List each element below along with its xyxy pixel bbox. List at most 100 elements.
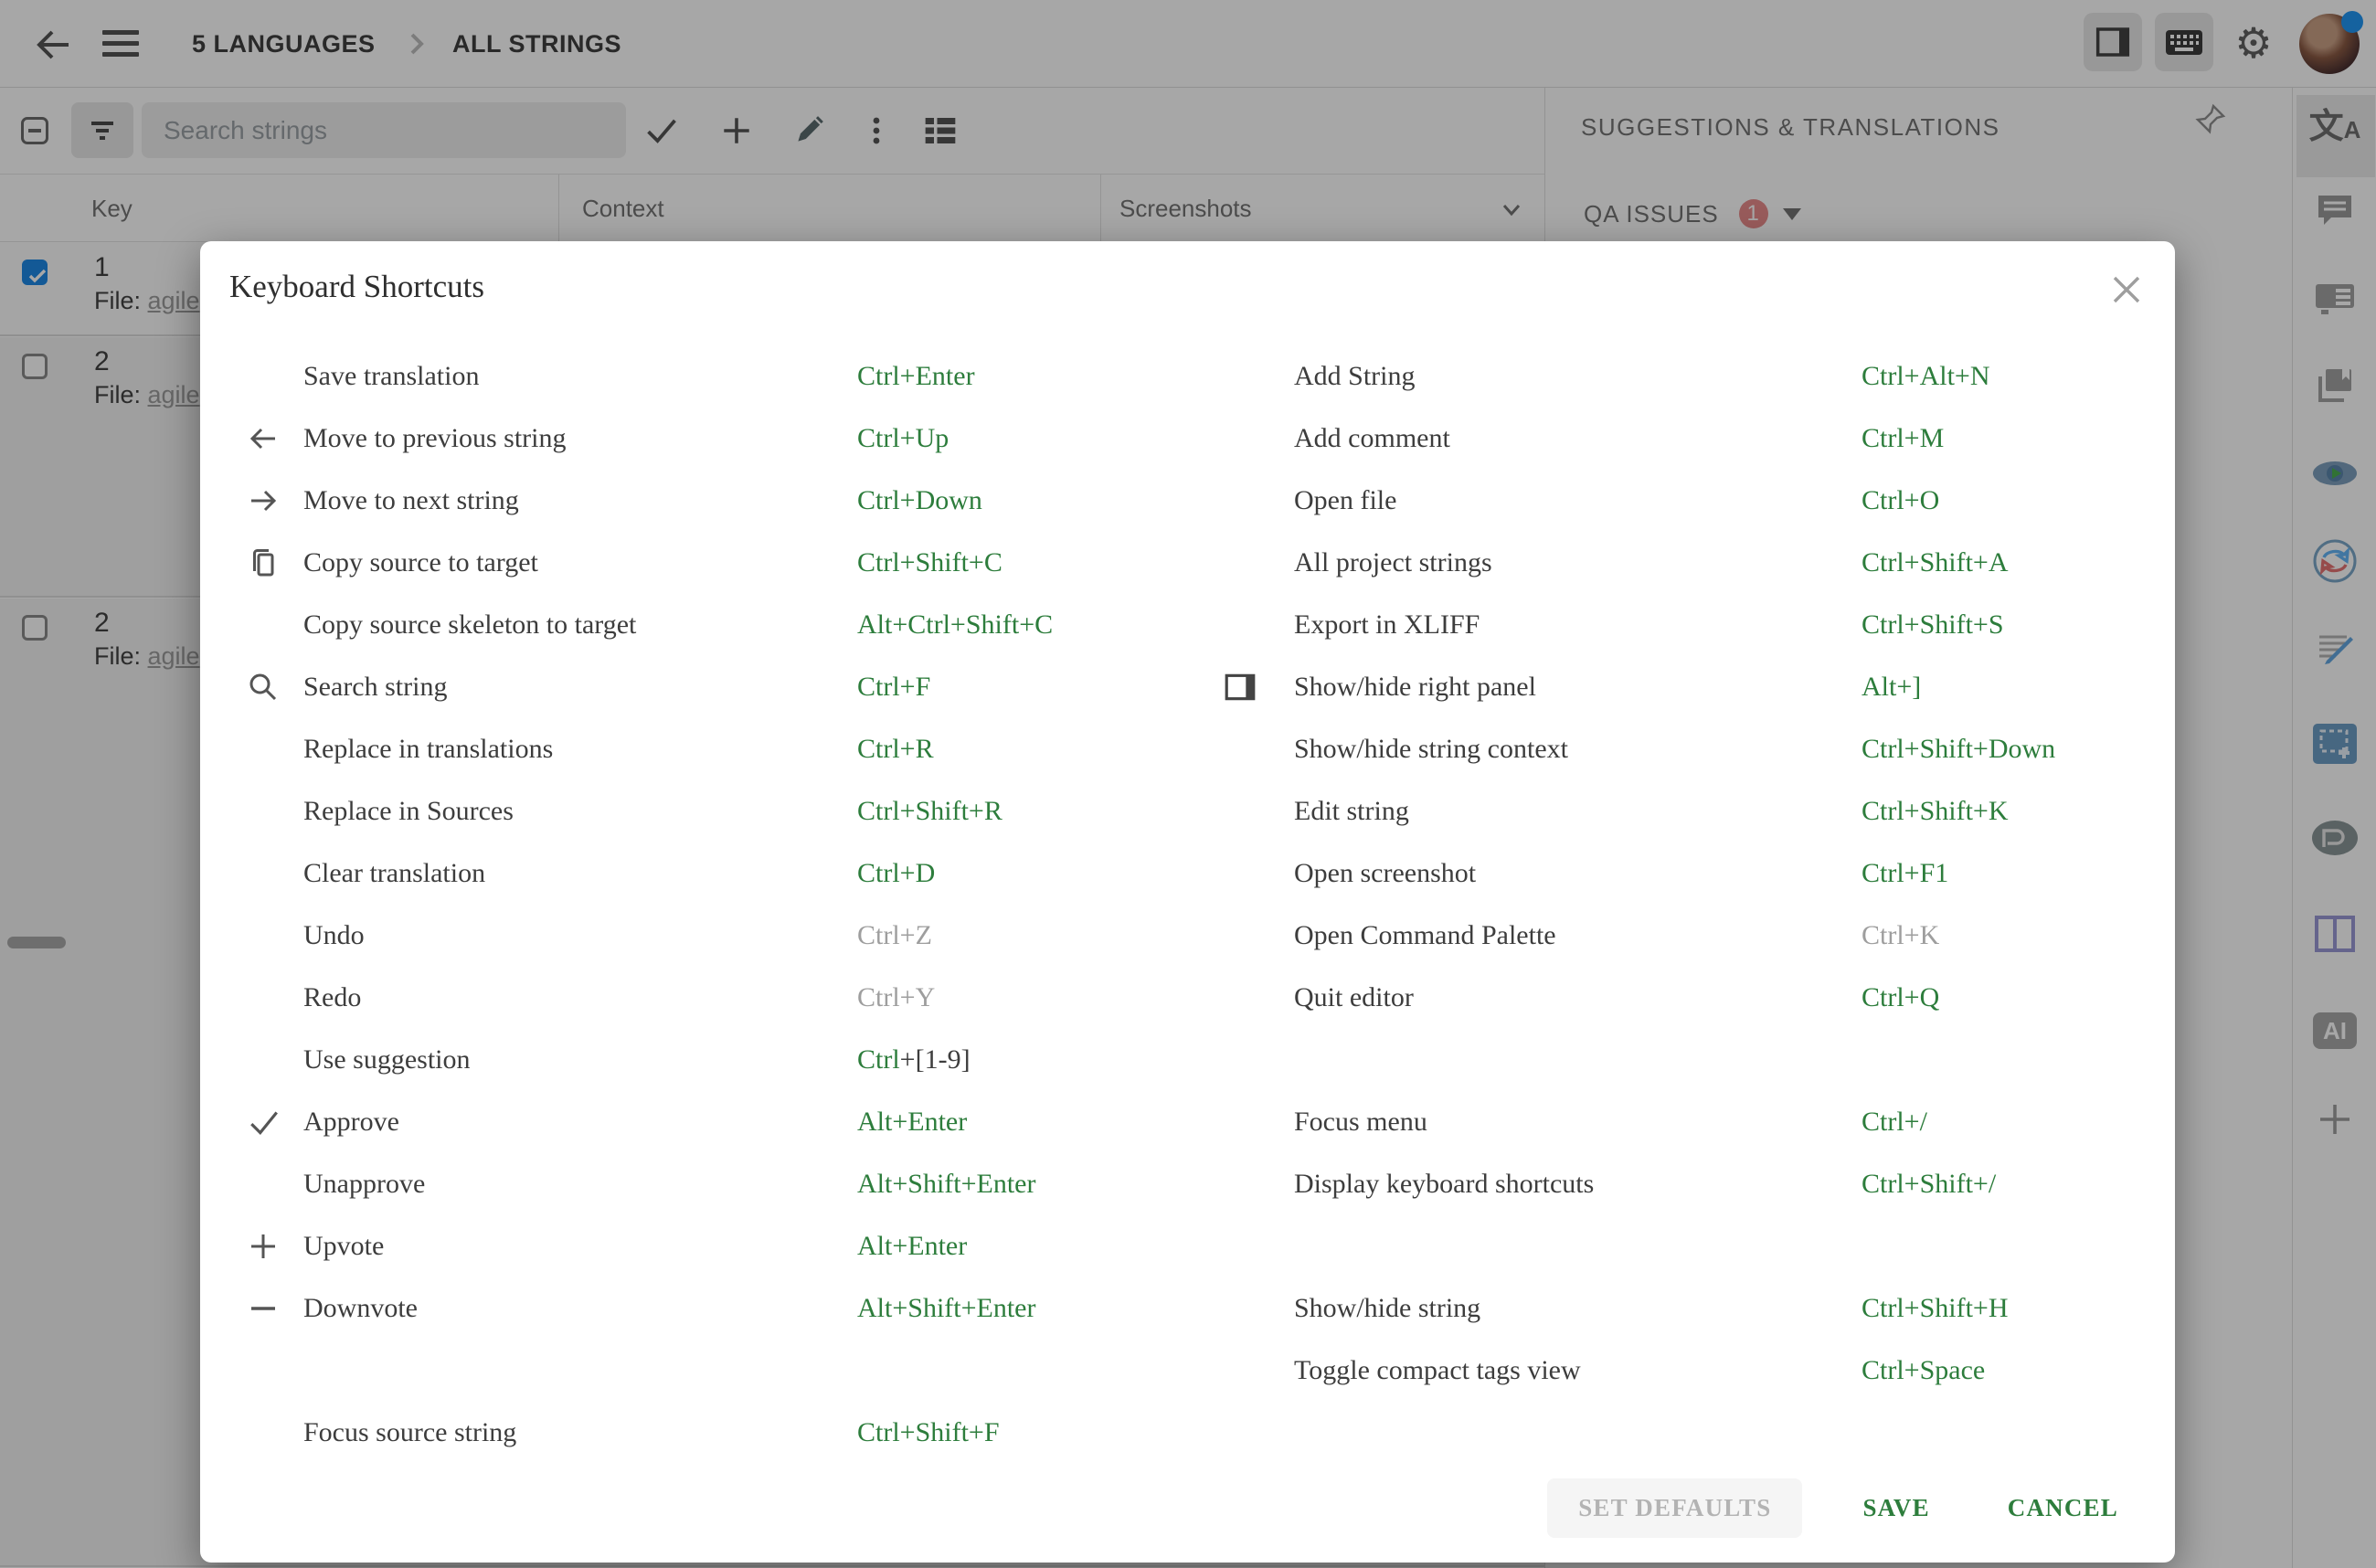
shortcut-action-label: Downvote [303, 1293, 418, 1323]
cancel-button[interactable]: CANCEL [2008, 1494, 2118, 1522]
dialog-footer: SET DEFAULTS SAVE CANCEL [1547, 1478, 2124, 1538]
shortcut-action-label: Approve [303, 1107, 399, 1137]
shortcut-row: Save translation Ctrl+Enter [247, 345, 1197, 408]
key-combo-segment: Ctrl+Shift+H [1862, 1293, 2009, 1323]
shortcut-action-label: All project strings [1294, 547, 1492, 577]
shortcut-row: Edit string Ctrl+Shift+K [1223, 780, 2146, 842]
shortcut-action-label: Open Command Palette [1294, 920, 1556, 950]
key-combo-segment: Ctrl+F1 [1862, 858, 1949, 888]
shortcut-row: Clear translation Ctrl+D [247, 842, 1197, 905]
shortcut-keys[interactable]: Ctrl+Shift+A [1862, 547, 2146, 578]
shortcut-row: Undo Ctrl+Z [247, 905, 1197, 967]
shortcut-keys[interactable]: Ctrl+Enter [857, 361, 1197, 392]
shortcut-row: Downvote Alt+Shift+Enter [247, 1277, 1197, 1340]
shortcut-keys[interactable]: Ctrl+/ [1862, 1107, 2146, 1138]
set-defaults-button[interactable]: SET DEFAULTS [1547, 1478, 1803, 1538]
shortcut-row: Replace in Sources Ctrl+Shift+R [247, 780, 1197, 842]
shortcut-row: Add String Ctrl+Alt+N [1223, 345, 2146, 408]
shortcut-keys[interactable]: Ctrl+[1-9] [857, 1044, 1197, 1075]
shortcut-keys[interactable]: Ctrl+Up [857, 423, 1197, 454]
shortcut-keys[interactable]: Ctrl+Alt+N [1862, 361, 2146, 392]
shortcuts-column-right: Add String Ctrl+Alt+N Add comment Ctrl+M Ope… [1223, 345, 2146, 1402]
shortcut-keys[interactable]: Alt+Enter [857, 1231, 1197, 1262]
shortcut-keys[interactable]: Ctrl+Shift+H [1862, 1293, 2146, 1324]
shortcut-keys[interactable]: Ctrl+Z [857, 920, 1197, 951]
shortcut-row: Focus menu Ctrl+/ [1223, 1091, 2146, 1153]
close-icon[interactable] [2106, 269, 2148, 311]
shortcut-keys[interactable]: Alt+Shift+Enter [857, 1169, 1197, 1200]
shortcut-row: Add comment Ctrl+M [1223, 408, 2146, 470]
shortcut-row-spacer [247, 1340, 1197, 1402]
shortcut-row: Open Command Palette Ctrl+K [1223, 905, 2146, 967]
key-combo-segment: Ctrl+Shift+/ [1862, 1169, 1997, 1199]
shortcut-row: Use suggestion Ctrl+[1-9] [247, 1029, 1197, 1091]
shortcut-keys[interactable]: Alt+Enter [857, 1107, 1197, 1138]
shortcut-keys[interactable]: Ctrl+Shift+K [1862, 796, 2146, 827]
key-combo-segment: Alt+Shift+Enter [857, 1293, 1036, 1323]
key-combo-segment: Ctrl [857, 1044, 900, 1075]
shortcut-action-label: Save translation [303, 361, 480, 391]
shortcut-keys[interactable]: Ctrl+Space [1862, 1355, 2146, 1386]
key-combo-segment: Alt+Enter [857, 1107, 968, 1137]
key-combo-segment: Ctrl+Shift+C [857, 547, 1002, 577]
shortcut-keys[interactable]: Ctrl+Q [1862, 982, 2146, 1013]
key-combo-segment: Alt+Enter [857, 1231, 968, 1261]
shortcut-keys[interactable]: Alt+Shift+Enter [857, 1293, 1197, 1324]
key-combo-segment: Ctrl+Down [857, 485, 982, 515]
shortcut-keys[interactable]: Alt+] [1862, 672, 2146, 703]
shortcut-action-label: Upvote [303, 1231, 385, 1261]
key-combo-segment: Ctrl+Up [857, 423, 949, 453]
shortcut-keys[interactable]: Ctrl+F [857, 672, 1197, 703]
arrow-left-icon [247, 422, 303, 455]
shortcut-row: Approve Alt+Enter [247, 1091, 1197, 1153]
shortcut-row: Upvote Alt+Enter [247, 1215, 1197, 1277]
shortcut-keys[interactable]: Ctrl+Shift+F [857, 1417, 1197, 1448]
shortcut-action-label: Focus menu [1294, 1107, 1427, 1137]
shortcut-action-label: Search string [303, 672, 448, 702]
shortcut-action-label: Copy source skeleton to target [303, 609, 637, 640]
shortcut-keys[interactable]: Ctrl+Shift+R [857, 796, 1197, 827]
key-combo-segment: Alt+] [1862, 672, 1922, 702]
shortcut-row-spacer [1223, 1215, 2146, 1277]
shortcut-action-label: Quit editor [1294, 982, 1414, 1012]
shortcut-keys[interactable]: Ctrl+O [1862, 485, 2146, 516]
key-combo-segment: Ctrl+Alt+N [1862, 361, 1990, 391]
shortcut-row: All project strings Ctrl+Shift+A [1223, 532, 2146, 594]
shortcut-row: Toggle compact tags view Ctrl+Space [1223, 1340, 2146, 1402]
shortcut-keys[interactable]: Ctrl+D [857, 858, 1197, 889]
shortcut-action-label: Move to next string [303, 485, 519, 515]
key-combo-segment: Ctrl+D [857, 858, 936, 888]
shortcut-action-label: Copy source to target [303, 547, 538, 577]
shortcut-keys[interactable]: Ctrl+Y [857, 982, 1197, 1013]
shortcut-action-label: Focus source string [303, 1417, 517, 1447]
shortcut-keys[interactable]: Ctrl+Shift+S [1862, 609, 2146, 641]
shortcut-row: Quit editor Ctrl+Q [1223, 967, 2146, 1029]
shortcut-keys[interactable]: Ctrl+Shift+C [857, 547, 1197, 578]
shortcut-keys[interactable]: Ctrl+F1 [1862, 858, 2146, 889]
key-combo-segment: Ctrl+Enter [857, 361, 975, 391]
shortcut-action-label: Use suggestion [303, 1044, 471, 1075]
shortcut-action-label: Replace in Sources [303, 796, 514, 826]
save-button[interactable]: SAVE [1862, 1494, 1929, 1522]
shortcut-action-label: Show/hide string context [1294, 734, 1568, 764]
key-combo-segment: Ctrl+Shift+S [1862, 609, 2004, 640]
shortcut-keys[interactable]: Alt+Ctrl+Shift+C [857, 609, 1197, 641]
key-combo-segment: Ctrl+Q [1862, 982, 1940, 1012]
shortcut-keys[interactable]: Ctrl+Shift+/ [1862, 1169, 2146, 1200]
key-combo-segment: Ctrl+Shift+Down [1862, 734, 2056, 764]
shortcut-keys[interactable]: Ctrl+M [1862, 423, 2146, 454]
shortcut-keys[interactable]: Ctrl+Down [857, 485, 1197, 516]
shortcut-action-label: Replace in translations [303, 734, 554, 764]
shortcut-keys[interactable]: Ctrl+K [1862, 920, 2146, 951]
shortcut-row: Redo Ctrl+Y [247, 967, 1197, 1029]
shortcut-row: Replace in translations Ctrl+R [247, 718, 1197, 780]
minus-icon [247, 1292, 303, 1325]
key-combo-segment: +[1-9] [899, 1044, 971, 1075]
key-combo-segment: Ctrl+M [1862, 423, 1945, 453]
key-combo-segment: Ctrl+K [1862, 920, 1940, 950]
shortcuts-column-left: Save translation Ctrl+Enter Move to previo… [247, 345, 1197, 1464]
shortcut-keys[interactable]: Ctrl+R [857, 734, 1197, 765]
shortcut-action-label: Edit string [1294, 796, 1409, 826]
key-combo-segment: Ctrl+/ [1862, 1107, 1927, 1137]
shortcut-keys[interactable]: Ctrl+Shift+Down [1862, 734, 2146, 765]
